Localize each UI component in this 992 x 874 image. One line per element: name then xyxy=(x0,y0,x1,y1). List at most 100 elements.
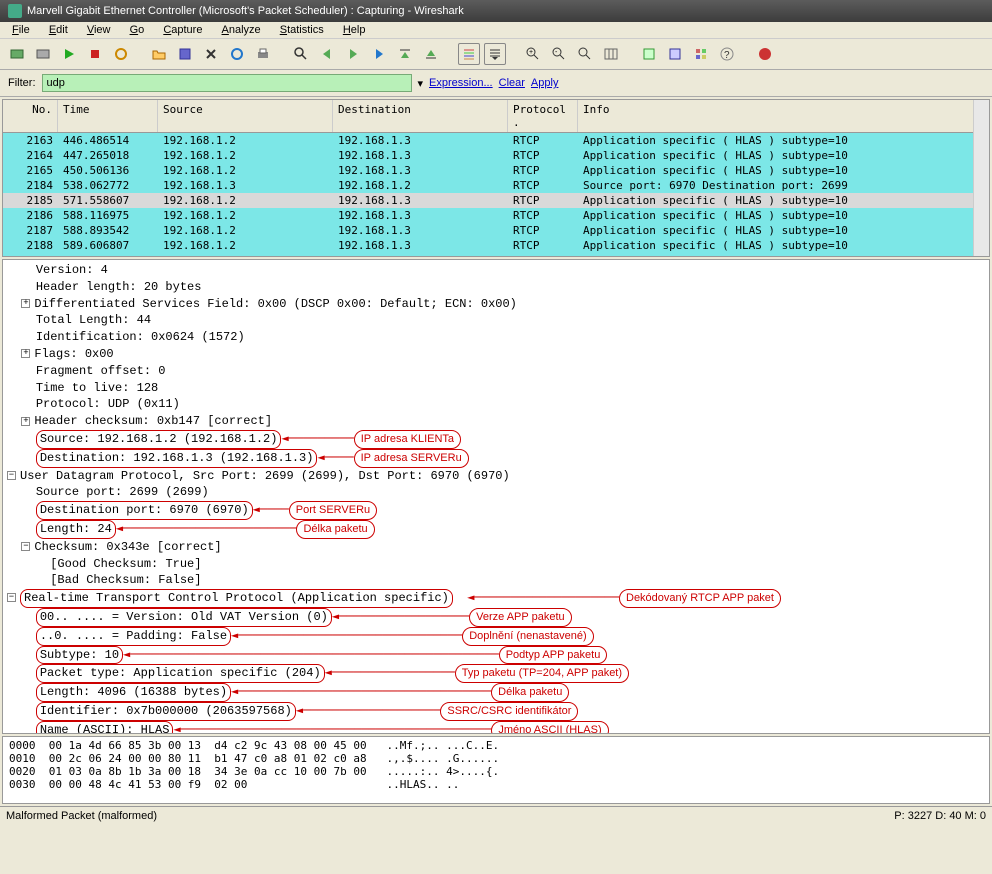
ann-decoded: Dekódovaný RTCP APP paket xyxy=(619,589,781,608)
btn-options[interactable] xyxy=(32,43,54,65)
table-row[interactable]: 2184538.062772192.168.1.3192.168.1.2RTCP… xyxy=(3,178,989,193)
col-proto[interactable]: Protocol . xyxy=(508,100,578,132)
table-row[interactable]: 2164447.265018192.168.1.2192.168.1.3RTCP… xyxy=(3,148,989,163)
ip-hlen: Header length: 20 bytes xyxy=(36,280,202,294)
filter-dropdown[interactable]: ▾ xyxy=(418,77,424,90)
ann-port-server: Port SERVERu xyxy=(289,501,377,520)
ip-version: Version: 4 xyxy=(36,263,108,277)
ann-ver: Verze APP paketu xyxy=(469,608,571,627)
btn-stop[interactable] xyxy=(84,43,106,65)
udp-sport: Source port: 2699 (2699) xyxy=(36,485,209,499)
table-row[interactable]: 2189590.147325192.168.1.2192.168.1.3RTCP… xyxy=(3,253,989,257)
col-time[interactable]: Time xyxy=(58,100,158,132)
menu-help[interactable]: Help xyxy=(335,21,374,39)
btn-zoom-out[interactable]: - xyxy=(548,43,570,65)
packet-list[interactable]: No. Time Source Destination Protocol . I… xyxy=(2,99,990,257)
btn-misc[interactable] xyxy=(754,43,776,65)
table-row[interactable]: 2187588.893542192.168.1.2192.168.1.3RTCP… xyxy=(3,223,989,238)
btn-start[interactable] xyxy=(58,43,80,65)
btn-close[interactable] xyxy=(200,43,222,65)
btn-prefs[interactable] xyxy=(690,43,712,65)
menu-go[interactable]: Go xyxy=(122,21,153,39)
udp-len: Length: 24 xyxy=(36,520,116,539)
packet-bytes[interactable]: 0000 00 1a 4d 66 85 3b 00 13 d4 c2 9c 43… xyxy=(2,736,990,804)
status-bar: Malformed Packet (malformed) P: 3227 D: … xyxy=(0,806,992,825)
filter-clear[interactable]: Clear xyxy=(499,77,525,89)
col-dst[interactable]: Destination xyxy=(333,100,508,132)
menu-view[interactable]: View xyxy=(79,21,119,39)
rtcp-ver: 00.. .... = Version: Old VAT Version (0) xyxy=(36,608,332,627)
rtcp-name: Name (ASCII): HLAS xyxy=(36,721,174,734)
udp-ck-good: [Good Checksum: True] xyxy=(50,557,201,571)
col-src[interactable]: Source xyxy=(158,100,333,132)
packet-details[interactable]: Version: 4 Header length: 20 bytes + Diff… xyxy=(2,259,990,734)
rtcp-id: Identifier: 0x7b000000 (2063597568) xyxy=(36,702,296,721)
collapse-icon[interactable]: − xyxy=(7,593,16,602)
btn-reload[interactable] xyxy=(226,43,248,65)
rtcp-ptype: Packet type: Application specific (204) xyxy=(36,664,325,683)
app-icon xyxy=(8,4,22,18)
ann-len: Délka paketu xyxy=(296,520,374,539)
ip-flags: Flags: 0x00 xyxy=(34,347,113,361)
filter-apply[interactable]: Apply xyxy=(531,77,559,89)
ann-ip-server: IP adresa SERVERu xyxy=(354,449,469,468)
udp-ck-bad: [Bad Checksum: False] xyxy=(50,573,201,587)
ann-ascii: Jméno ASCII (HLAS) xyxy=(491,721,608,734)
filter-bar: Filter: ▾ Expression... Clear Apply xyxy=(0,70,992,97)
udp-dport: Destination port: 6970 (6970) xyxy=(36,501,253,520)
title-bar: Marvell Gigabit Ethernet Controller (Mic… xyxy=(0,0,992,22)
filter-input[interactable] xyxy=(42,74,412,92)
menu-file[interactable]: File xyxy=(4,21,38,39)
status-left: Malformed Packet (malformed) xyxy=(6,810,157,822)
menu-statistics[interactable]: Statistics xyxy=(272,21,332,39)
btn-fwd[interactable] xyxy=(342,43,364,65)
btn-resize-cols[interactable] xyxy=(600,43,622,65)
ann-plen: Délka paketu xyxy=(491,683,569,702)
btn-goto[interactable] xyxy=(368,43,390,65)
btn-back[interactable] xyxy=(316,43,338,65)
col-info[interactable]: Info xyxy=(578,100,989,132)
table-row[interactable]: 2186588.116975192.168.1.2192.168.1.3RTCP… xyxy=(3,208,989,223)
collapse-icon[interactable]: − xyxy=(7,471,16,480)
btn-coloring[interactable] xyxy=(664,43,686,65)
ann-ssrc: SSRC/CSRC identifikátor xyxy=(440,702,578,721)
btn-last[interactable] xyxy=(420,43,442,65)
ip-dsf: Differentiated Services Field: 0x00 (DSC… xyxy=(34,297,516,311)
btn-find[interactable] xyxy=(290,43,312,65)
btn-interfaces[interactable] xyxy=(6,43,28,65)
ip-src: Source: 192.168.1.2 (192.168.1.2) xyxy=(36,430,282,449)
collapse-icon[interactable]: − xyxy=(21,542,30,551)
btn-save[interactable] xyxy=(174,43,196,65)
menu-edit[interactable]: Edit xyxy=(41,21,76,39)
expand-icon[interactable]: + xyxy=(21,299,30,308)
btn-filters[interactable] xyxy=(638,43,660,65)
btn-help[interactable]: ? xyxy=(716,43,738,65)
ann-ptype: Typ paketu (TP=204, APP paket) xyxy=(455,664,629,683)
menu-analyze[interactable]: Analyze xyxy=(214,21,269,39)
expand-icon[interactable]: + xyxy=(21,349,30,358)
ip-dst: Destination: 192.168.1.3 (192.168.1.3) xyxy=(36,449,318,468)
btn-first[interactable] xyxy=(394,43,416,65)
btn-zoom-in[interactable]: + xyxy=(522,43,544,65)
btn-colorize[interactable] xyxy=(458,43,480,65)
ip-tlen: Total Length: 44 xyxy=(36,313,151,327)
table-row[interactable]: 2185571.558607192.168.1.2192.168.1.3RTCP… xyxy=(3,193,989,208)
btn-zoom-1[interactable] xyxy=(574,43,596,65)
table-row[interactable]: 2165450.506136192.168.1.2192.168.1.3RTCP… xyxy=(3,163,989,178)
expand-icon[interactable]: + xyxy=(21,417,30,426)
packet-list-header: No. Time Source Destination Protocol . I… xyxy=(3,100,989,133)
svg-text:-: - xyxy=(555,49,558,56)
table-row[interactable]: 2188589.606807192.168.1.2192.168.1.3RTCP… xyxy=(3,238,989,253)
btn-print[interactable] xyxy=(252,43,274,65)
table-row[interactable]: 2163446.486514192.168.1.2192.168.1.3RTCP… xyxy=(3,133,989,148)
btn-open[interactable] xyxy=(148,43,170,65)
ann-ip-client: IP adresa KLIENTa xyxy=(354,430,461,449)
rtcp-plen: Length: 4096 (16388 bytes) xyxy=(36,683,231,702)
btn-restart[interactable] xyxy=(110,43,132,65)
scrollbar[interactable] xyxy=(973,100,989,256)
col-no[interactable]: No. xyxy=(3,100,58,132)
menu-capture[interactable]: Capture xyxy=(155,21,210,39)
btn-auto-scroll[interactable] xyxy=(484,43,506,65)
filter-label: Filter: xyxy=(8,77,36,89)
filter-expression[interactable]: Expression... xyxy=(429,77,493,89)
